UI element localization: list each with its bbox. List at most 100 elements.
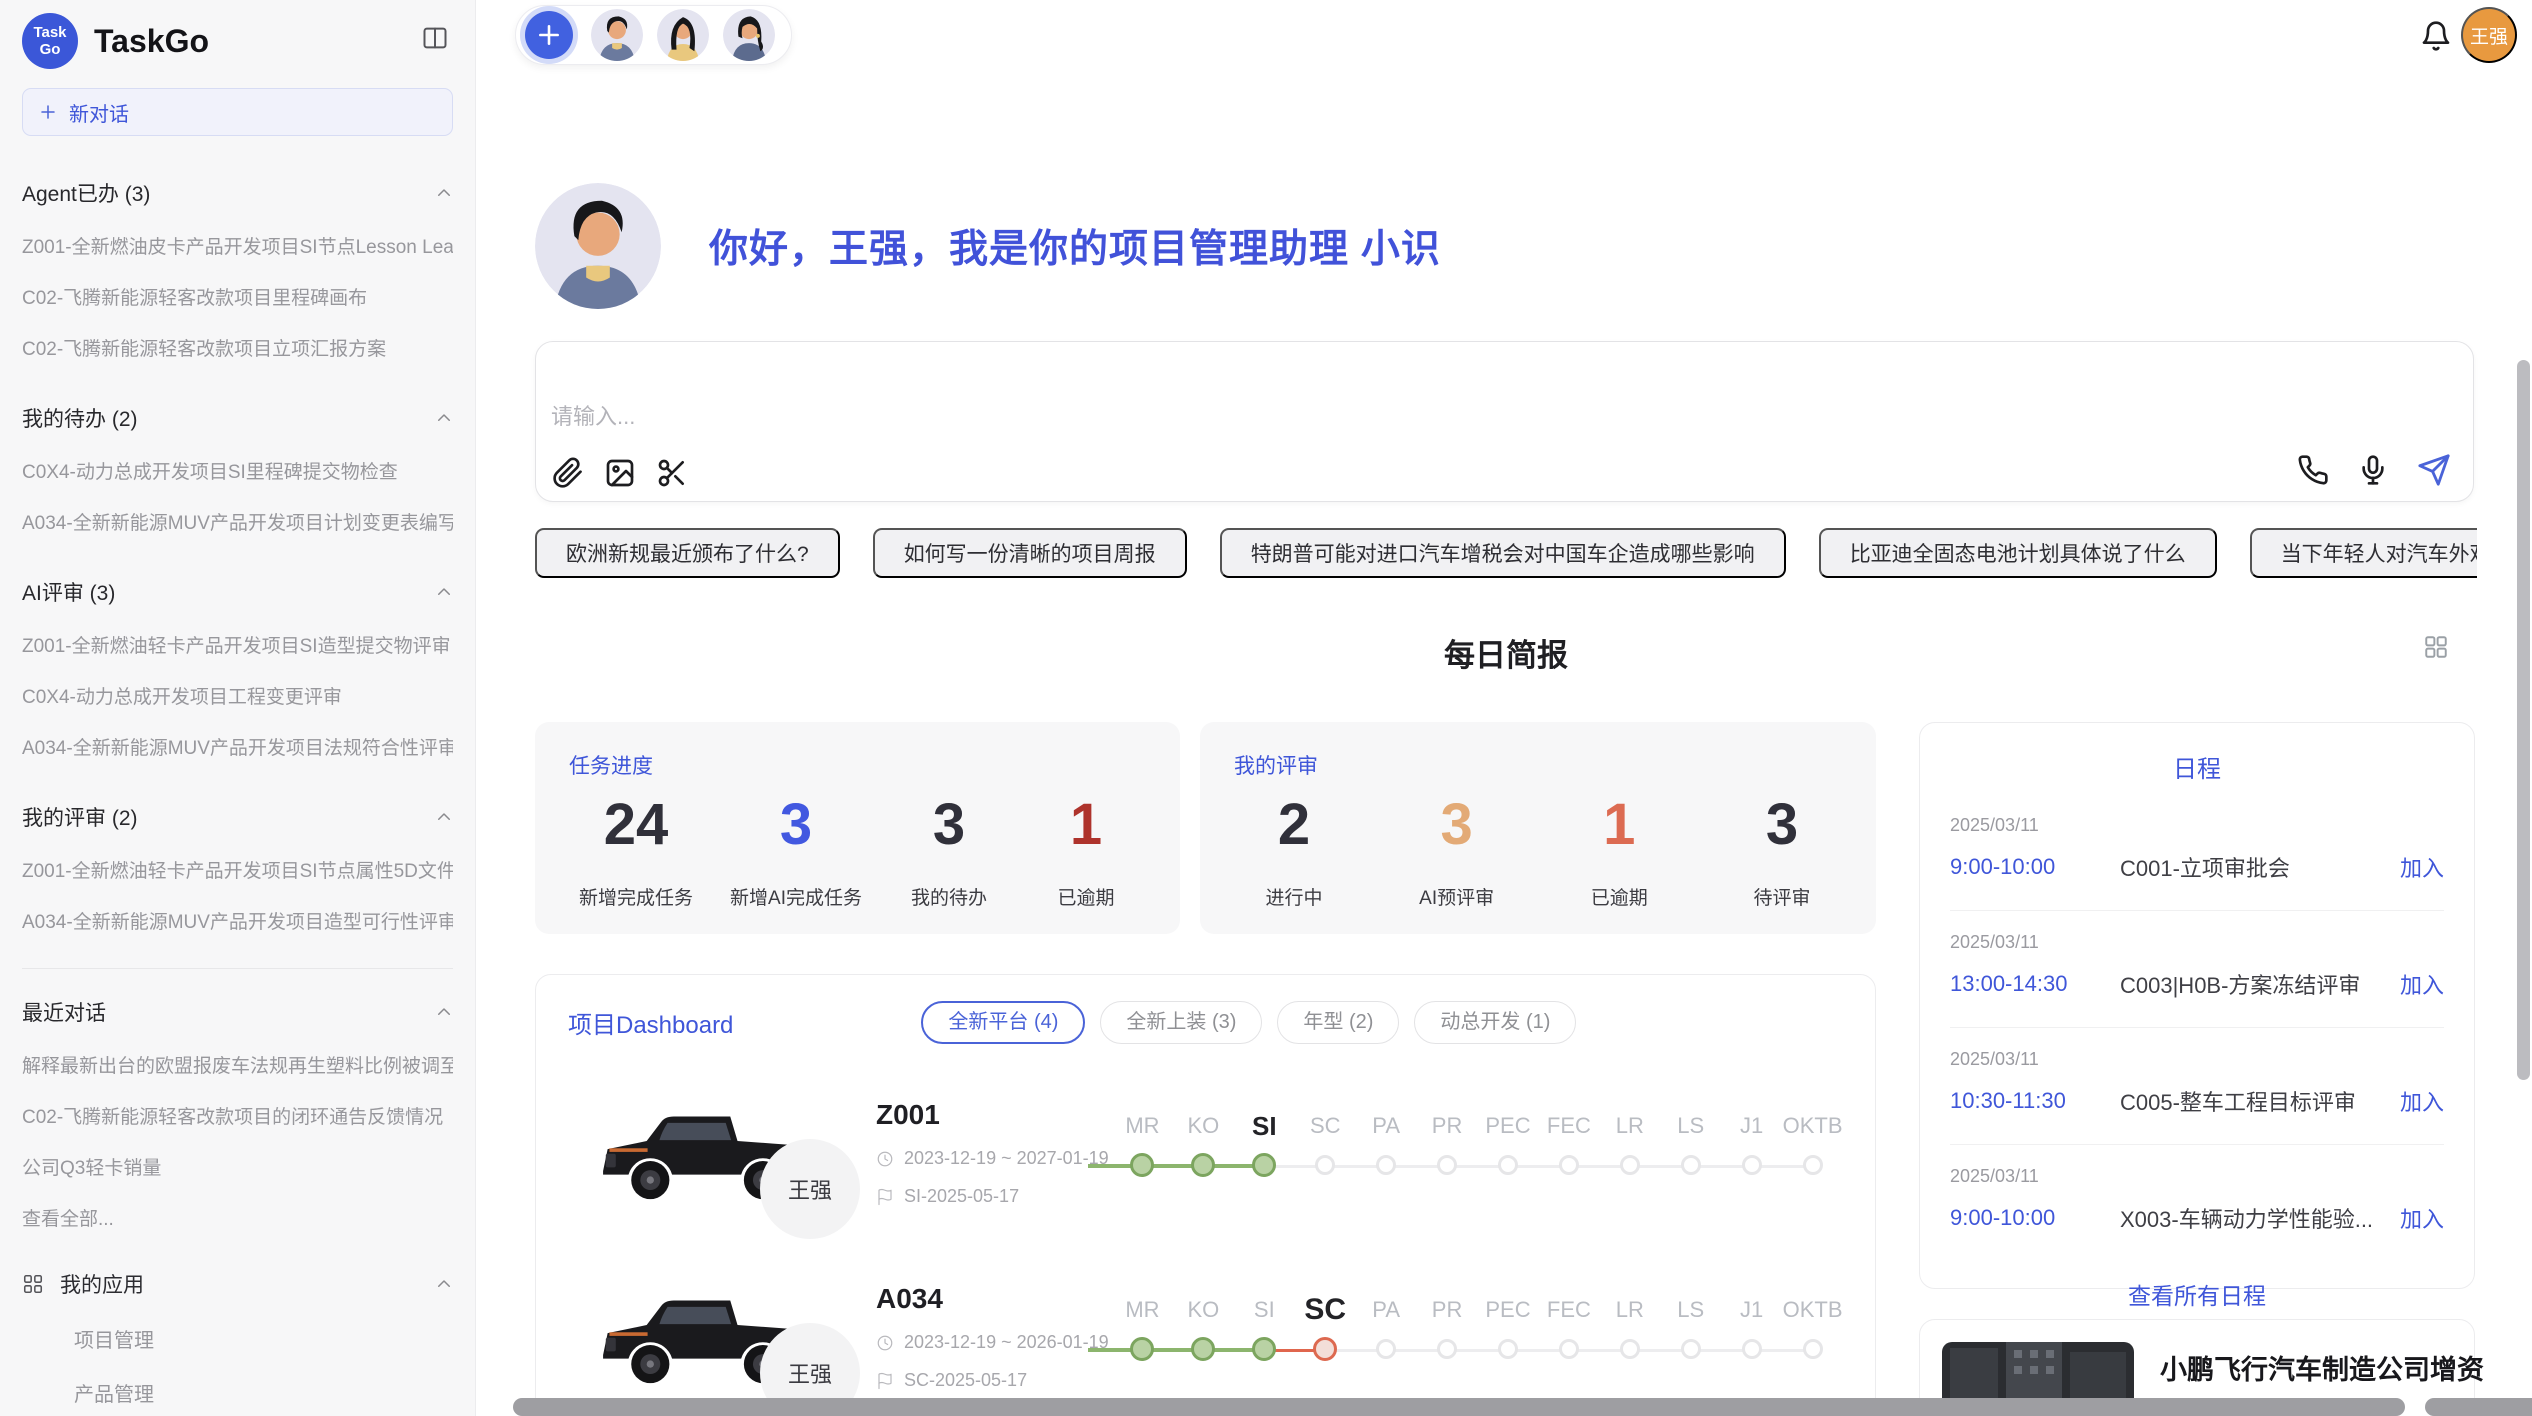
chevron-up-icon [435,1003,453,1021]
project-dates: 2023-12-19 ~ 2027-01-19 [876,1148,1108,1169]
section-ai-review: AI评审 (3) Z001-全新燃油轻卡产品开发项目SI造型提交物评审 C0X4… [22,577,453,760]
schedule-event: 2025/03/11 9:00-10:00 X003-车辆动力学性能验... 加… [1950,1144,2444,1261]
phone-icon [2297,454,2329,486]
milestone-dot [1803,1155,1823,1175]
daily-briefing-header: 每日简报 [535,630,2477,675]
sidebar-divider [22,968,453,969]
suggestion-chip[interactable]: 特朗普可能对进口汽车增税会对中国车企造成哪些影响 [1220,528,1786,578]
sidebar-item[interactable]: A034-全新新能源MUV产品开发项目造型可行性评审 [22,907,453,934]
stat-review-overdue: 1 已逾期 [1569,792,1669,910]
add-agent-button[interactable] [525,11,573,59]
tab-powertrain[interactable]: 动总开发 (1) [1414,1001,1576,1044]
attach-image-button[interactable] [604,457,636,489]
collapse-sidebar-button[interactable] [421,24,449,55]
dashboard-header: 项目Dashboard 全新平台 (4) 全新上装 (3) 年型 (2) 动总开… [568,1001,1843,1044]
milestone-dot [1742,1339,1762,1359]
join-meeting-link[interactable]: 加入 [2400,1085,2444,1117]
attach-file-button[interactable] [552,457,584,489]
milestone-label: PA [1372,1109,1400,1143]
sidebar-item-product-management[interactable]: 产品管理 [74,1378,453,1407]
project-info: Z001 2023-12-19 ~ 2027-01-19 SI-2025-05-… [876,1099,1108,1207]
clock-icon [876,1334,894,1352]
milestone-track: MR KO SI SC PA PR PEC FEC LR LS J1 OKTB [1112,1109,1843,1177]
send-button[interactable] [2417,453,2451,487]
news-title: 小鹏飞行汽车制造公司增资 [2160,1348,2532,1387]
milestone-dot [1437,1339,1457,1359]
tab-new-platform[interactable]: 全新平台 (4) [921,1001,1085,1044]
agent-avatar[interactable] [723,9,775,61]
agent-avatar[interactable] [591,9,643,61]
join-meeting-link[interactable]: 加入 [2400,851,2444,883]
milestone-label: KO [1187,1293,1219,1327]
plus-icon [536,22,562,48]
milestone-dot [1315,1155,1335,1175]
my-review-title: 我的评审 [1234,750,1842,780]
horizontal-scrollbar-corner[interactable] [2425,1398,2532,1416]
bell-icon [2420,20,2452,52]
milestone-label: J1 [1740,1109,1763,1143]
sidebar-item[interactable]: C02-飞腾新能源轻客改款项目里程碑画布 [22,283,453,310]
section-header-agent-done[interactable]: Agent已办 (3) [22,178,453,208]
left-column: 任务进度 24 新增完成任务 3 新增AI完成任务 3 [535,722,1876,1416]
briefing-layout-button[interactable] [2423,634,2449,663]
milestone-label: FEC [1547,1109,1591,1143]
sidebar-item[interactable]: Z001-全新燃油轻卡产品开发项目SI节点属性5D文件评审 [22,856,453,883]
sidebar-item[interactable]: C02-飞腾新能源轻客改款项目立项汇报方案 [22,334,453,361]
join-meeting-link[interactable]: 加入 [2400,968,2444,1000]
horizontal-scrollbar-thumb[interactable] [513,1398,2405,1416]
chevron-up-icon [435,409,453,427]
composer-actions [2297,453,2451,487]
section-header-ai-review[interactable]: AI评审 (3) [22,577,453,607]
sidebar-item[interactable]: C0X4-动力总成开发项目工程变更评审 [22,682,453,709]
new-chat-button[interactable]: 新对话 [22,88,453,136]
suggestion-chip[interactable]: 欧洲新规最近颁布了什么? [535,528,840,578]
vertical-scrollbar-thumb[interactable] [2517,360,2530,1080]
stat-pending-review: 3 待评审 [1732,792,1832,910]
section-header-my-todo[interactable]: 我的待办 (2) [22,403,453,433]
voice-call-button[interactable] [2297,454,2329,486]
event-name: X003-车辆动力学性能验... [2120,1202,2400,1234]
panel-toggle-icon [421,24,449,52]
greeting-text: 你好，王强，我是你的项目管理助理 小识 [709,218,1441,274]
recent-chat-item[interactable]: 解释最新出台的欧盟报废车法规再生塑料比例被调至15%... [22,1051,453,1078]
section-header-recent-chats[interactable]: 最近对话 [22,997,453,1027]
schedule-card: 日程 2025/03/11 9:00-10:00 C001-立项审批会 加入 2… [1919,722,2475,1289]
section-agent-done: Agent已办 (3) Z001-全新燃油皮卡产品开发项目SI节点Lesson … [22,178,453,361]
message-input[interactable] [551,404,1451,430]
sidebar-item-project-management[interactable]: 项目管理 [74,1324,453,1353]
project-row-z001[interactable]: 王强 Z001 2023-12-19 ~ 2027-01-19 SI-2025-… [568,1078,1843,1228]
briefing-columns: 任务进度 24 新增完成任务 3 新增AI完成任务 3 [535,722,2477,1416]
milestone-dot [1191,1153,1215,1177]
sidebar-item[interactable]: Z001-全新燃油轻卡产品开发项目SI造型提交物评审 [22,631,453,658]
project-name: Z001 [876,1099,1108,1131]
sidebar-item[interactable]: C0X4-动力总成开发项目SI里程碑提交物检查 [22,457,453,484]
milestone-dot [1620,1339,1640,1359]
suggestion-chip[interactable]: 比亚迪全固态电池计划具体说了什么 [1819,528,2217,578]
schedule-title: 日程 [1950,749,2444,784]
image-icon [604,457,636,489]
agent-avatar[interactable] [657,9,709,61]
recent-chat-item[interactable]: 公司Q3轻卡销量 [22,1153,453,1180]
view-all-chats-link[interactable]: 查看全部... [22,1204,453,1231]
section-header-my-review[interactable]: 我的评审 (2) [22,802,453,832]
recent-chat-item[interactable]: C02-飞腾新能源轻客改款项目的闭环通告反馈情况 [22,1102,453,1129]
screenshot-button[interactable] [656,457,688,489]
microphone-button[interactable] [2357,454,2389,486]
project-row-a034[interactable]: 王强 A034 2023-12-19 ~ 2026-01-19 SC-2025-… [568,1262,1843,1412]
milestone-dot [1681,1155,1701,1175]
milestone-label: OKTB [1783,1109,1843,1143]
sidebar-item-my-apps[interactable]: 我的应用 [22,1269,453,1299]
tab-new-body[interactable]: 全新上装 (3) [1100,1001,1262,1044]
sidebar-item[interactable]: A034-全新新能源MUV产品开发项目法规符合性评审 [22,733,453,760]
join-meeting-link[interactable]: 加入 [2400,1202,2444,1234]
suggestion-chip[interactable]: 当下年轻人对汽车外观有怎样的喜好趋势 [2250,528,2477,578]
sidebar-item[interactable]: A034-全新新能源MUV产品开发项目计划变更表编写 [22,508,453,535]
milestone-dot [1376,1339,1396,1359]
notifications-button[interactable] [2420,20,2452,55]
sidebar-item[interactable]: Z001-全新燃油皮卡产品开发项目SI节点Lesson Learn报告 [22,232,453,259]
suggestion-chip[interactable]: 如何写一份清晰的项目周报 [873,528,1187,578]
tab-model-year[interactable]: 年型 (2) [1277,1001,1399,1044]
view-all-schedule-link[interactable]: 查看所有日程 [2128,1277,2266,1311]
user-avatar[interactable]: 王强 [2461,7,2517,63]
event-name: C005-整车工程目标评审 [2120,1085,2400,1117]
